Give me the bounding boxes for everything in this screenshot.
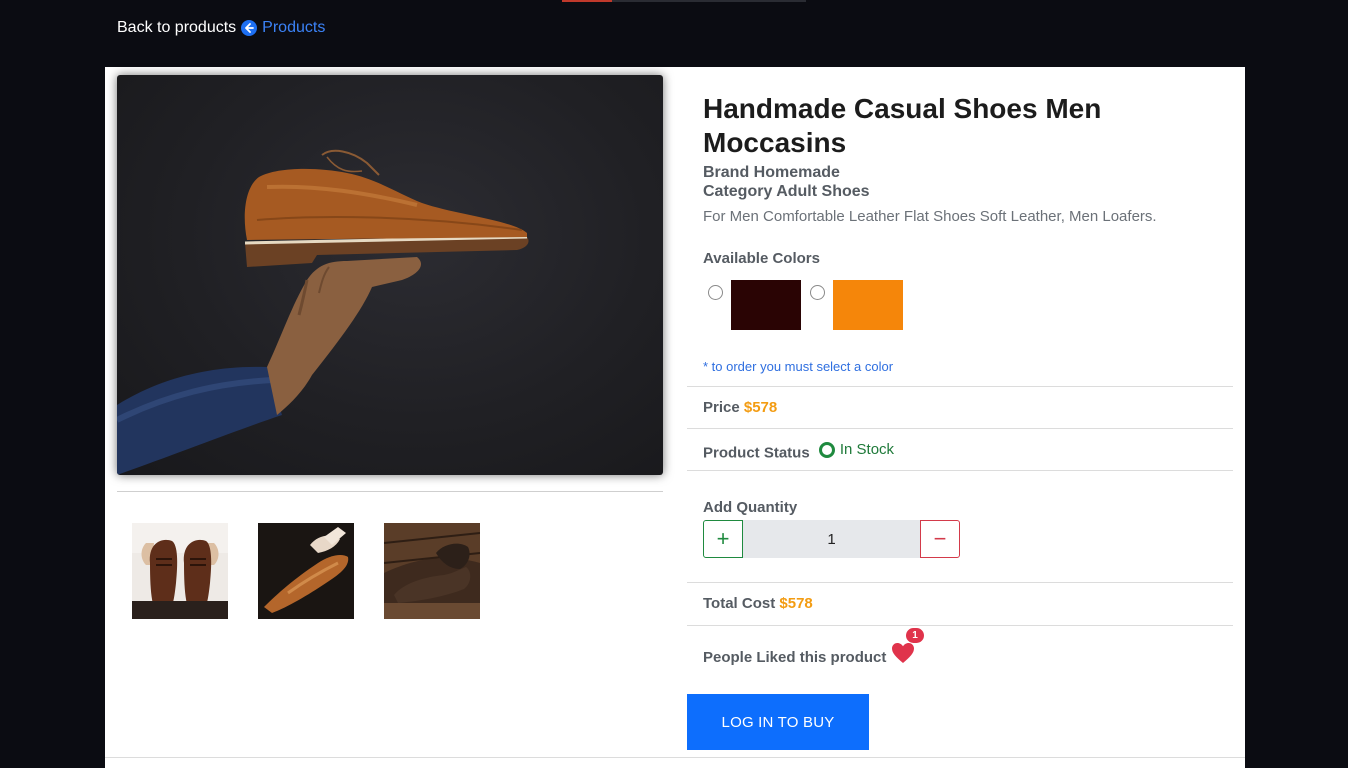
product-title: Handmade Casual Shoes Men Moccasins [703,93,1102,158]
plus-icon: + [716,526,730,551]
price-value: $578 [743,399,778,416]
total-row: Total Cost $578 [703,595,813,612]
image-divider [117,491,663,492]
log-in-to-buy-button[interactable]: LOG IN TO BUY [687,694,869,750]
color-radio-2[interactable] [810,285,825,300]
panel-bottom-divider [105,757,1245,758]
likes-count-badge: 1 [906,628,924,643]
divider [687,386,1233,387]
back-to-products: Back to products Products [117,17,325,39]
divider [687,470,1233,471]
price-row: Price $578 [703,399,777,416]
back-text: Back to products [117,19,237,36]
top-progress-accent [562,0,612,2]
likes-label: People Liked this product [703,649,887,666]
total-value: $578 [779,595,813,612]
status-value-wrap: In Stock [814,441,894,458]
decrease-quantity-button[interactable]: − [920,520,960,558]
thumbnail-1[interactable] [132,523,228,619]
quantity-stepper: + 1 − [703,520,960,558]
divider [687,582,1233,583]
product-category: Category Adult Shoes [703,183,870,200]
thumbnail-3[interactable] [384,523,480,619]
product-brand: Brand Homemade [703,164,840,181]
total-label: Total Cost [703,595,776,612]
product-description: For Men Comfortable Leather Flat Shoes S… [703,208,1157,225]
quantity-label: Add Quantity [703,499,798,516]
increase-quantity-button[interactable]: + [703,520,743,558]
radio-dot-icon [818,441,835,458]
products-link-label: Products [262,19,326,36]
quantity-value[interactable]: 1 [743,520,920,558]
heart-icon[interactable] [890,640,916,666]
arrow-left-circle-icon [241,20,258,36]
color-required-note: * to order you must select a color [703,359,894,374]
divider [687,428,1233,429]
minus-icon: − [933,526,947,551]
status-value: In Stock [839,441,895,458]
product-panel: Handmade Casual Shoes Men Moccasins Bran… [105,67,1245,768]
top-progress-strip [562,0,806,2]
color-radio-1[interactable] [708,285,723,300]
price-label: Price [703,399,740,416]
thumbnail-2[interactable] [258,523,354,619]
color-swatch-dark-brown[interactable] [731,280,801,330]
status-row: Product Status In Stock [703,441,894,462]
status-label: Product Status [703,444,810,462]
main-product-image [117,75,663,475]
divider [687,625,1233,626]
products-link[interactable]: Products [241,19,325,37]
color-swatch-orange[interactable] [833,280,903,330]
available-colors-label: Available Colors [703,250,820,267]
